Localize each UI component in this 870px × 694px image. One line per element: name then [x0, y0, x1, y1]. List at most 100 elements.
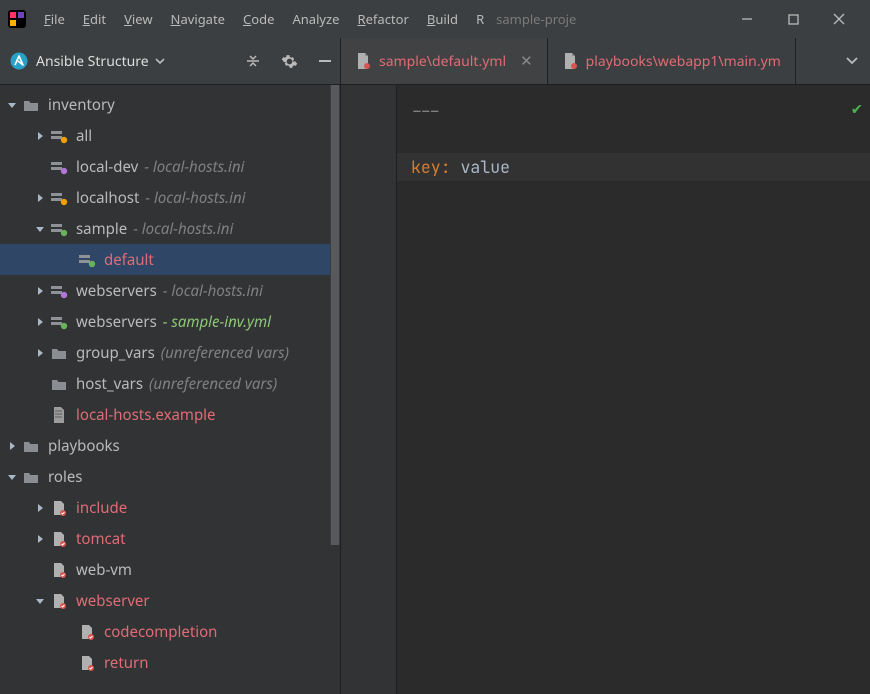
role-icon: [50, 499, 68, 517]
tab-label: sample\default.yml: [379, 52, 506, 71]
role-icon: [78, 623, 96, 641]
tree-item-playbooks[interactable]: playbooks: [0, 430, 340, 461]
status-ok-icon: ✔: [852, 95, 862, 123]
editor-area: sample\default.yml ✕ playbooks\webapp1\m…: [341, 38, 870, 694]
gear-icon[interactable]: [280, 52, 298, 70]
tree-item-label: include: [76, 498, 127, 518]
caret-right-icon[interactable]: [32, 314, 48, 330]
tree-item-suffix: - local-hosts.ini: [144, 157, 244, 177]
tabs-overflow[interactable]: [834, 38, 870, 84]
caret-right-icon[interactable]: [32, 128, 48, 144]
caret-right-icon[interactable]: [32, 283, 48, 299]
menu-view[interactable]: View: [118, 6, 158, 32]
tree-item-codecompletion[interactable]: codecompletion: [0, 616, 340, 647]
hide-icon[interactable]: [316, 52, 334, 70]
sidebar-header: Ansible Structure: [0, 38, 340, 85]
menu-code[interactable]: Code: [237, 6, 280, 32]
tab-bar: sample\default.yml ✕ playbooks\webapp1\m…: [341, 38, 870, 85]
tree-item-label: playbooks: [48, 436, 120, 456]
role-icon: [78, 654, 96, 672]
tree-item-group-vars[interactable]: group_vars (unreferenced vars): [0, 337, 340, 368]
tree-item-label: webservers: [76, 281, 157, 301]
code-editor[interactable]: --- key: value ✔: [397, 85, 870, 694]
menu-r[interactable]: R: [470, 6, 490, 32]
caret-down-icon[interactable]: [32, 221, 48, 237]
tree-item-default[interactable]: default: [0, 244, 340, 275]
tree-item-suffix: - sample-inv.yml: [163, 312, 271, 332]
inv-green-icon: [78, 251, 96, 269]
tree-item-suffix: (unreferenced vars): [161, 343, 289, 363]
inv-green-icon: [50, 313, 68, 331]
tree-item-label: all: [76, 126, 92, 146]
code-line-2: key: value: [397, 153, 870, 181]
menu-edit[interactable]: Edit: [77, 6, 112, 32]
tree-item-tomcat[interactable]: tomcat: [0, 523, 340, 554]
tab-close-icon[interactable]: ✕: [520, 51, 533, 71]
app-logo-icon: [8, 10, 26, 28]
tree-item-host-vars[interactable]: host_vars(unreferenced vars): [0, 368, 340, 399]
caret-down-icon[interactable]: [32, 593, 48, 609]
tree-item-return[interactable]: return: [0, 647, 340, 678]
collapse-all-icon[interactable]: [244, 52, 262, 70]
tree-item-webservers[interactable]: webservers- sample-inv.yml: [0, 306, 340, 337]
scrollbar[interactable]: [330, 85, 340, 545]
tree-item-roles[interactable]: roles: [0, 461, 340, 492]
menu-navigate[interactable]: Navigate: [165, 6, 231, 32]
ansible-icon: [10, 52, 28, 70]
caret-down-icon[interactable]: [4, 469, 20, 485]
caret-right-icon[interactable]: [32, 345, 48, 361]
tree-item-label: default: [104, 250, 154, 270]
menu-refactor[interactable]: Refactor: [352, 6, 415, 32]
tree-view[interactable]: inventory all local-dev- local-hosts.ini…: [0, 85, 340, 694]
sidebar-title[interactable]: Ansible Structure: [36, 52, 165, 71]
tree-item-local-hosts-example[interactable]: local-hosts.example: [0, 399, 340, 430]
folder-icon: [50, 375, 68, 393]
tree-item-label: group_vars: [76, 343, 155, 363]
caret-right-icon[interactable]: [4, 438, 20, 454]
tree-item-webserver[interactable]: webserver: [0, 585, 340, 616]
menu-build[interactable]: Build: [421, 6, 464, 32]
caret-right-icon[interactable]: [32, 500, 48, 516]
chevron-down-icon: [155, 56, 165, 66]
tree-item-inventory[interactable]: inventory: [0, 89, 340, 120]
tree-item-all[interactable]: all: [0, 120, 340, 151]
caret-right-icon[interactable]: [32, 531, 48, 547]
tree-item-label: tomcat: [76, 529, 126, 549]
inv-green-icon: [50, 220, 68, 238]
tree-item-include[interactable]: include: [0, 492, 340, 523]
tree-item-localhost[interactable]: localhost- local-hosts.ini: [0, 182, 340, 213]
menu-analyze[interactable]: Analyze: [286, 6, 345, 32]
tree-item-web-vm[interactable]: web-vm: [0, 554, 340, 585]
folder-icon: [22, 437, 40, 455]
tree-item-label: roles: [48, 467, 83, 487]
main-menu: FileEditView NavigateCodeAnalyze RefactorB…: [38, 6, 490, 32]
tree-item-webservers[interactable]: webservers - local-hosts.ini: [0, 275, 340, 306]
close-button[interactable]: [816, 0, 862, 38]
tree-item-label: return: [104, 653, 149, 673]
titlebar: FileEditView NavigateCodeAnalyze RefactorB…: [0, 0, 870, 38]
scroll-thumb[interactable]: [331, 85, 339, 545]
role-icon: [50, 561, 68, 579]
tab-label: playbooks\webapp1\main.ym: [586, 52, 781, 71]
tree-item-sample[interactable]: sample- local-hosts.ini: [0, 213, 340, 244]
tree-item-suffix: - local-hosts.ini: [163, 281, 263, 301]
sidebar-title-text: Ansible Structure: [36, 52, 149, 71]
tree-item-suffix: - local-hosts.ini: [133, 219, 233, 239]
menu-file[interactable]: File: [38, 6, 71, 32]
tree-item-label: webserver: [76, 591, 150, 611]
tree-item-local-dev[interactable]: local-dev- local-hosts.ini: [0, 151, 340, 182]
inv-purple-icon: [50, 158, 68, 176]
caret-down-icon[interactable]: [4, 97, 20, 113]
yaml-file-icon: [355, 52, 371, 70]
folder-icon: [22, 468, 40, 486]
caret-right-icon[interactable]: [32, 190, 48, 206]
minimize-button[interactable]: [724, 0, 770, 38]
content-area: Ansible Structure: [0, 38, 870, 694]
window-controls: [724, 0, 862, 38]
inv-orange-icon: [50, 189, 68, 207]
tab-playbooks-webapp1[interactable]: playbooks\webapp1\main.ym: [548, 38, 796, 84]
tab-sample-default[interactable]: sample\default.yml ✕: [341, 38, 548, 84]
code-line-blank: [411, 125, 856, 153]
inv-orange-icon: [50, 127, 68, 145]
maximize-button[interactable]: [770, 0, 816, 38]
